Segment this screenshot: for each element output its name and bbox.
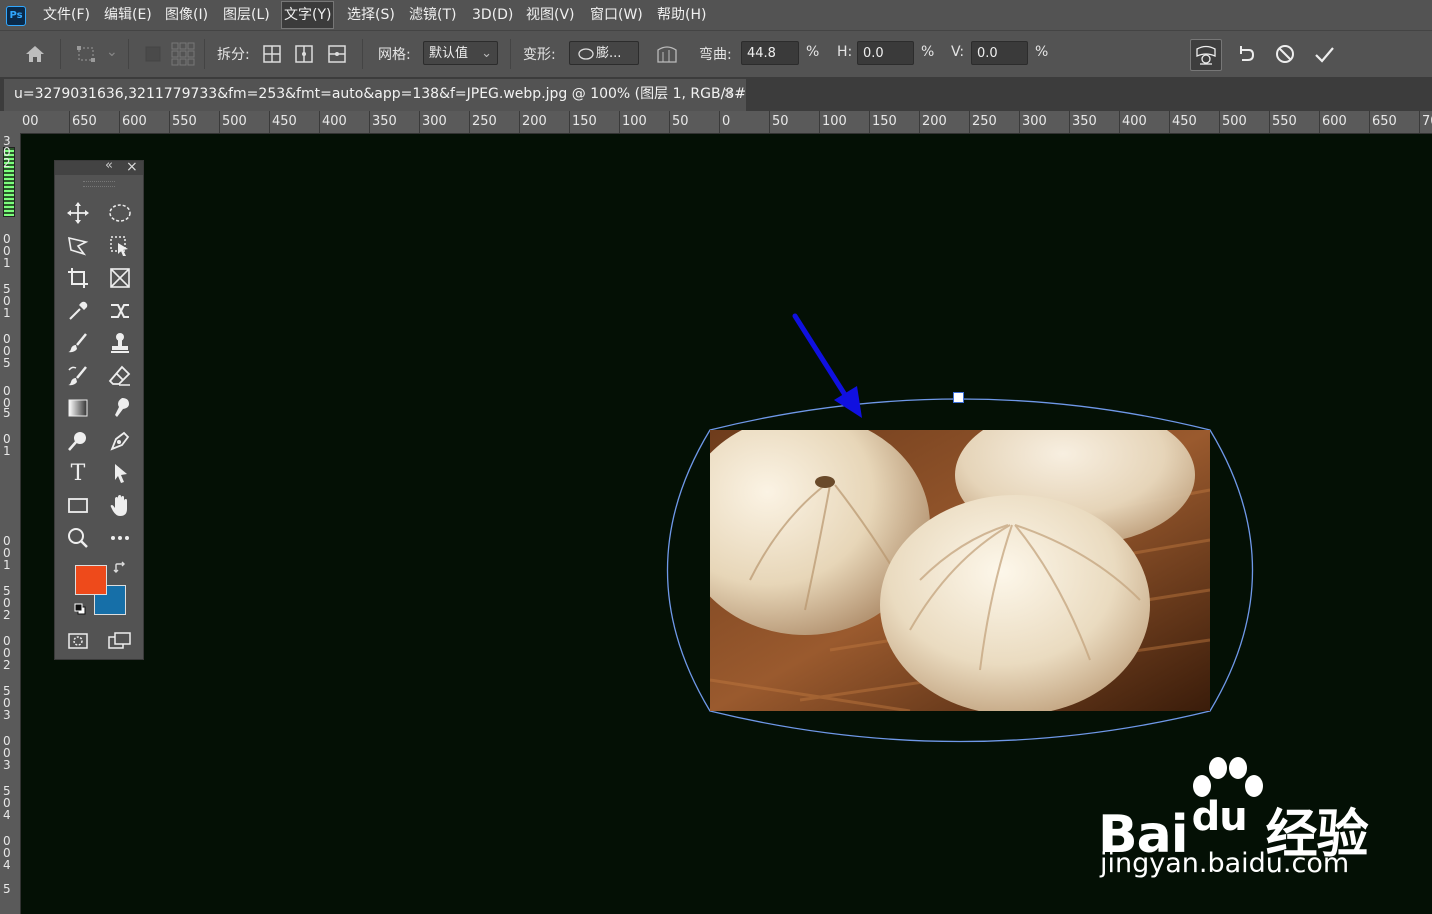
canvas-image-steamed-buns[interactable] xyxy=(710,430,1210,711)
crop-tool-icon[interactable] xyxy=(63,264,93,292)
smudge-tool-icon[interactable] xyxy=(105,394,135,422)
elliptical-marquee-tool-icon[interactable] xyxy=(105,199,135,227)
panel-grip[interactable] xyxy=(83,181,115,187)
type-tool-icon[interactable]: T xyxy=(63,459,93,487)
more-tools-icon[interactable] xyxy=(105,524,135,552)
clone-stamp-tool-icon[interactable] xyxy=(105,329,135,357)
quick-mask-icon[interactable] xyxy=(63,627,93,655)
annotation-arrow-head xyxy=(834,386,862,418)
eraser-tool-icon[interactable] xyxy=(105,362,135,390)
watermark-paw-text: du xyxy=(1191,794,1248,840)
swap-colors-icon[interactable] xyxy=(111,559,129,577)
screen-mode-icon[interactable] xyxy=(105,627,135,655)
move-tool-icon[interactable] xyxy=(63,199,93,227)
frame-tool-icon[interactable] xyxy=(105,264,135,292)
path-selection-tool-icon[interactable] xyxy=(105,459,135,487)
content-aware-move-tool-icon[interactable] xyxy=(105,297,135,325)
warp-control-handle[interactable] xyxy=(953,392,964,403)
object-selection-tool-icon[interactable] xyxy=(105,232,135,260)
foreground-color-swatch[interactable] xyxy=(75,565,107,595)
annotation-arrow-shaft xyxy=(792,313,850,401)
history-brush-tool-icon[interactable] xyxy=(63,362,93,390)
collapse-icon[interactable]: « xyxy=(105,158,113,173)
brush-tool-icon[interactable] xyxy=(63,329,93,357)
tools-panel: « × T xyxy=(54,158,144,660)
dodge-tool-icon[interactable] xyxy=(63,427,93,455)
zoom-tool-icon[interactable] xyxy=(63,524,93,552)
baidu-paw-icon: du xyxy=(1188,757,1266,844)
default-colors-icon[interactable] xyxy=(73,602,87,616)
close-icon[interactable]: × xyxy=(126,159,138,175)
watermark-url: jingyan.baidu.com xyxy=(1100,848,1350,879)
eyedropper-tool-icon[interactable] xyxy=(63,297,93,325)
pen-tool-icon[interactable] xyxy=(105,427,135,455)
tools-panel-header[interactable]: « × xyxy=(55,158,143,175)
hand-tool-icon[interactable] xyxy=(105,492,135,520)
rectangle-tool-icon[interactable] xyxy=(63,492,93,520)
gradient-tool-icon[interactable] xyxy=(63,394,93,422)
polygonal-lasso-tool-icon[interactable] xyxy=(63,232,93,260)
